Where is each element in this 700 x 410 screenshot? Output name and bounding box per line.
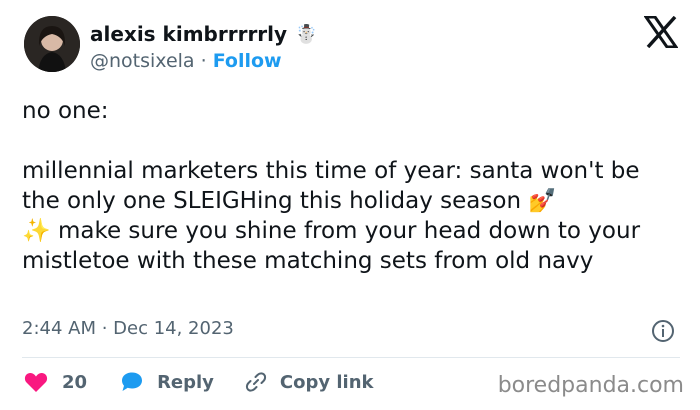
link-icon (245, 372, 266, 392)
copy-link-button[interactable]: Copy link (244, 370, 374, 394)
snowman-icon: ☃️ (295, 23, 318, 45)
divider (22, 357, 680, 358)
author-name-row: alexis kimbrrrrrly ☃️ (90, 22, 317, 46)
avatar[interactable] (24, 16, 80, 72)
author-display-name[interactable]: alexis kimbrrrrrly (90, 22, 287, 46)
watermark: boredpanda.com (497, 373, 684, 398)
tweet-text: no one: millennial marketers this time o… (22, 98, 641, 274)
reply-label: Reply (157, 371, 214, 393)
x-logo-icon[interactable] (644, 16, 678, 48)
follow-button[interactable]: Follow (213, 50, 282, 72)
like-count: 20 (62, 371, 88, 393)
like-button[interactable]: 20 (24, 371, 87, 393)
info-icon[interactable] (651, 319, 675, 343)
author-handle[interactable]: @notsixela (90, 50, 195, 72)
action-bar: 20 Reply Copy link (24, 370, 374, 394)
reply-button[interactable]: Reply (119, 371, 214, 393)
reply-bubble-icon (122, 372, 143, 391)
separator-dot: · (200, 50, 207, 72)
copy-link-label: Copy link (279, 371, 374, 393)
author-handle-row: @notsixela · Follow (90, 50, 282, 72)
tweet-timestamp[interactable]: 2:44 AM · Dec 14, 2023 (22, 318, 234, 339)
heart-icon (24, 372, 48, 392)
